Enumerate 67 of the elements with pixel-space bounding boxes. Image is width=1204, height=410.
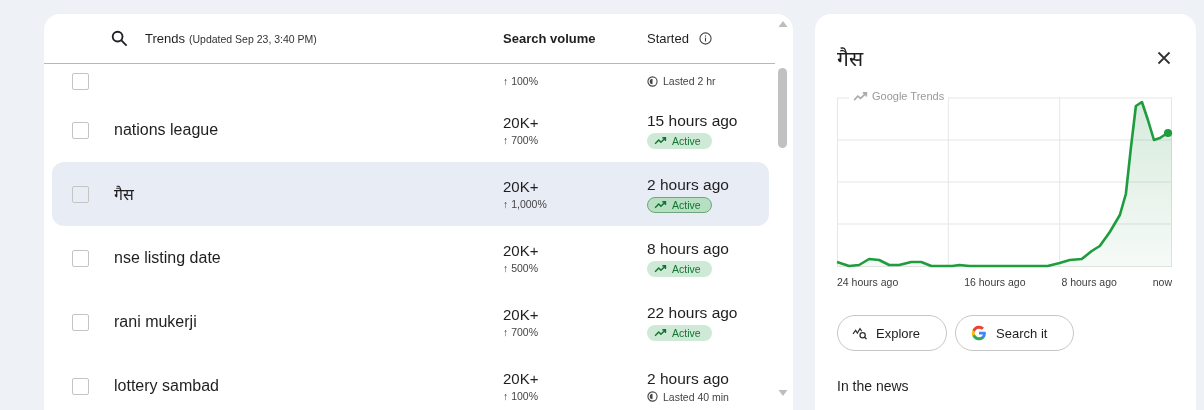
search-volume: 20K+	[503, 370, 539, 387]
volume-change: ↑ 100%	[503, 75, 539, 87]
row-checkbox[interactable]	[72, 72, 89, 90]
trend-row[interactable]: ↑ 100% Lasted 2 hr	[52, 64, 769, 98]
half-circle-icon	[647, 391, 658, 402]
trending-up-icon	[654, 328, 667, 337]
volume-change: ↑ 700%	[503, 134, 539, 146]
updated-time: (Updated Sep 23, 3:40 PM)	[189, 33, 317, 45]
x-axis-label: 24 hours ago	[837, 276, 899, 288]
trending-up-icon	[654, 136, 667, 145]
active-badge: Active	[647, 196, 712, 213]
panel-title: गैस	[837, 46, 863, 72]
search-volume: 20K+	[503, 306, 539, 323]
trending-up-icon	[654, 264, 667, 273]
row-checkbox[interactable]	[72, 249, 89, 267]
column-header[interactable]: Started	[647, 31, 689, 46]
row-checkbox[interactable]	[72, 377, 89, 395]
x-axis-label: now	[1152, 276, 1172, 288]
row-checkbox[interactable]	[72, 185, 89, 203]
trend-icon	[853, 91, 868, 101]
active-badge: Active	[647, 260, 712, 277]
trend-title: गैस	[114, 186, 134, 203]
search-volume: 20K+	[503, 114, 539, 131]
row-checkbox[interactable]	[72, 121, 89, 139]
search-volume: 20K+	[503, 242, 539, 259]
scroll-down-icon[interactable]	[778, 389, 788, 397]
trend-row[interactable]: nations league 20K+ ↑ 700% 15 hours ago Active	[52, 98, 769, 162]
chart-brand-label: Google Trends	[872, 90, 945, 102]
scroll-up-icon[interactable]	[778, 20, 788, 28]
chart-search-icon	[852, 326, 868, 340]
volume-change: ↑ 100%	[503, 390, 539, 402]
search-icon[interactable]	[111, 30, 128, 47]
duration-label: Lasted 2 hr	[663, 75, 716, 87]
trend-row[interactable]: lottery sambad 20K+ ↑ 100% 2 hours ago Lasted 40 min	[52, 354, 769, 410]
trend-title: nse listing date	[114, 249, 221, 266]
search-volume: 20K+	[503, 178, 539, 195]
trend-row[interactable]: गैस 20K+ ↑ 1,000% 2 hours ago Active	[52, 162, 769, 226]
volume-change: ↑ 700%	[503, 326, 539, 338]
half-circle-icon	[647, 75, 658, 87]
active-badge: Active	[647, 132, 712, 149]
trend-title: rani mukerji	[114, 313, 197, 330]
started-time: 2 hours ago	[647, 369, 729, 388]
started-time: 8 hours ago	[647, 239, 729, 258]
started-time: 15 hours ago	[647, 111, 738, 130]
trend-row[interactable]: rani mukerji 20K+ ↑ 700% 22 hours ago Active	[52, 290, 769, 354]
volume-change: ↑ 1,000%	[503, 198, 547, 210]
search-button[interactable]: Search it	[955, 315, 1075, 351]
started-time: 22 hours ago	[647, 303, 738, 322]
trend-row[interactable]: nse listing date 20K+ ↑ 500% 8 hours ago Active	[52, 226, 769, 290]
trend-title: lottery sambad	[114, 377, 219, 394]
column-header[interactable]: Search volume	[503, 31, 647, 46]
x-axis-label: 16 hours ago	[964, 276, 1026, 288]
started-time: 2 hours ago	[647, 175, 729, 194]
duration-label: Lasted 40 min	[663, 390, 729, 403]
g-logo-icon	[970, 324, 989, 342]
active-badge: Active	[647, 324, 712, 341]
section-heading: In the news	[837, 378, 910, 394]
info-icon[interactable]	[698, 32, 712, 45]
scrollbar-thumb[interactable]	[778, 68, 787, 148]
close-icon[interactable]	[1157, 51, 1171, 65]
row-checkbox[interactable]	[72, 313, 89, 331]
x-axis-label: 8 hours ago	[1061, 276, 1117, 288]
table-title: Trends	[145, 31, 185, 46]
trending-up-icon	[654, 200, 667, 209]
volume-change: ↑ 500%	[503, 262, 539, 274]
trend-title: nations league	[114, 121, 219, 138]
explore-button[interactable]: Explore	[837, 315, 948, 351]
